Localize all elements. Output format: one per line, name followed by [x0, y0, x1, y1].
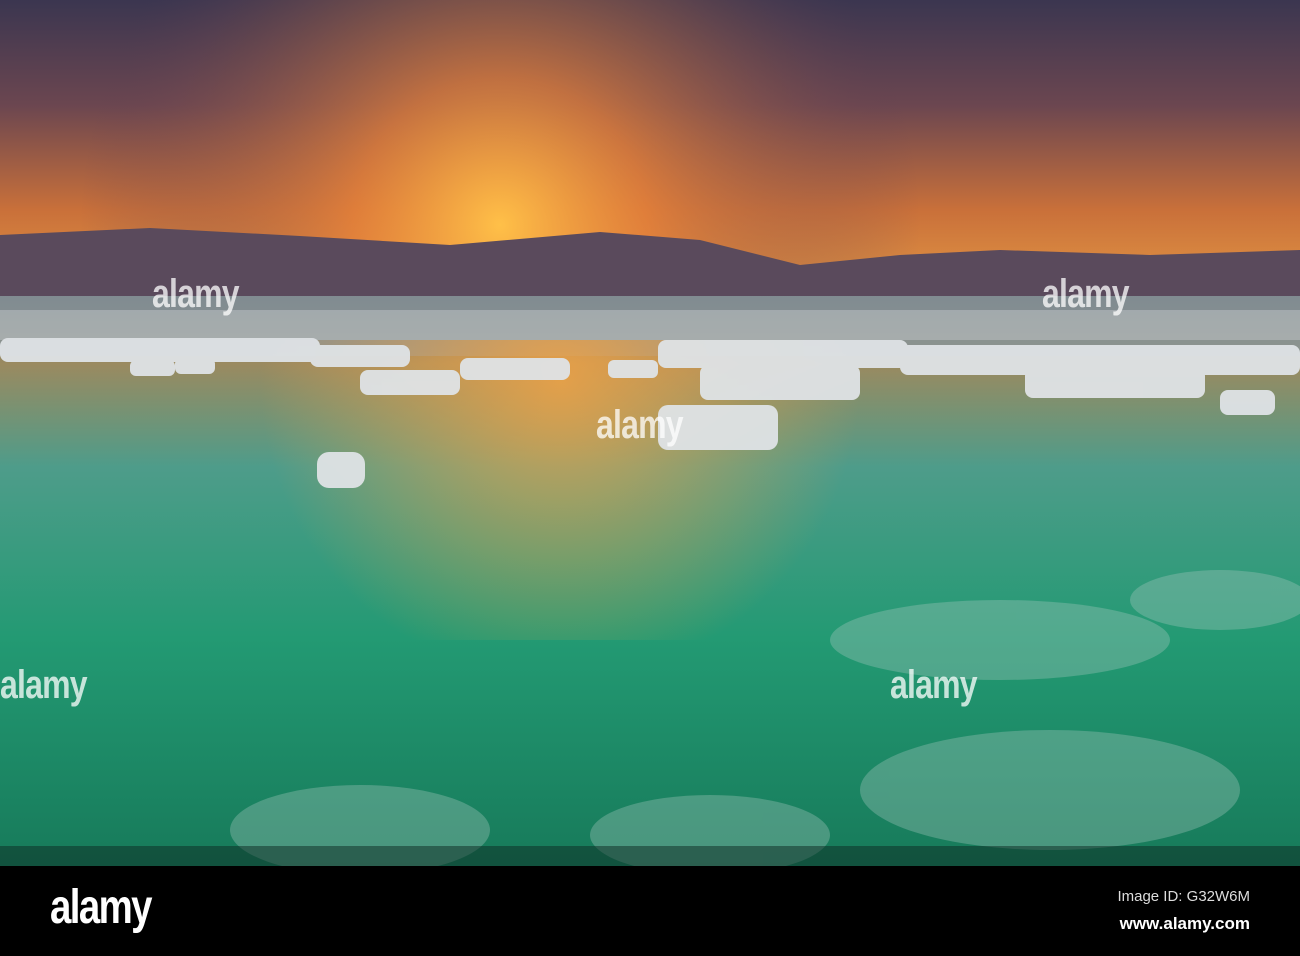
watermark-text: alamy — [0, 663, 88, 707]
footer-bar: alamy Image ID: G32W6M www.alamy.com — [0, 866, 1300, 956]
watermark-text: alamy — [890, 663, 978, 707]
website-url: www.alamy.com — [1119, 914, 1250, 933]
watermark-text: alamy — [1042, 272, 1130, 316]
watermark-text: alamy — [596, 403, 684, 447]
stock-photo: alamy alamy alamy alamy alamy alamy Imag… — [0, 0, 1300, 956]
alamy-logo: alamy — [50, 881, 152, 934]
image-id: Image ID: G32W6M — [1117, 888, 1250, 905]
watermark-text: alamy — [152, 272, 240, 316]
